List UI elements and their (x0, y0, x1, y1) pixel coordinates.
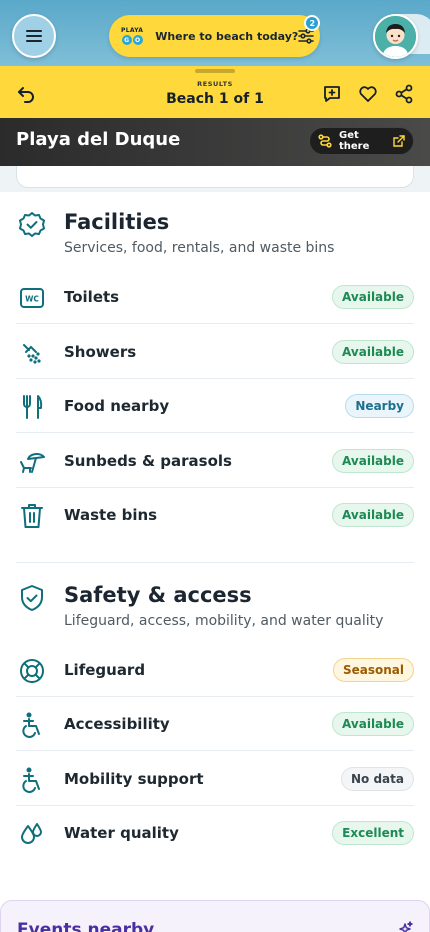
row-label: Accessibility (64, 715, 170, 733)
safety-row-accessibility: Accessibility Available (16, 697, 414, 751)
share-icon (395, 84, 413, 104)
search-pill[interactable]: PLAYA G O Where to beach today? 2 (109, 15, 321, 57)
status-badge: Available (332, 285, 414, 309)
status-badge: Available (332, 503, 414, 527)
top-hero: PLAYA G O Where to beach today? 2 (0, 0, 430, 66)
beach-photo-strip: Playa del Duque Get there (0, 118, 430, 166)
search-label: Where to beach today? (155, 29, 299, 43)
status-badge: No data (341, 767, 414, 791)
row-label: Sunbeds & parasols (64, 452, 232, 470)
status-badge: Nearby (345, 394, 414, 418)
results-bar: RESULTS Beach 1 of 1 (0, 66, 430, 118)
events-nearby-card[interactable]: Events nearby (0, 900, 430, 932)
facility-row-sunbeds: Sunbeds & parasols Available (16, 434, 414, 488)
share-button[interactable] (392, 82, 416, 106)
info-card-edge (0, 166, 430, 192)
section-divider (16, 562, 414, 563)
row-label: Waste bins (64, 506, 158, 524)
hamburger-icon (26, 30, 42, 42)
heart-icon (359, 86, 377, 102)
add-comment-icon (324, 86, 340, 102)
logo-letter-o: O (132, 35, 143, 45)
get-there-label: Get there (339, 130, 370, 152)
badge-check-icon (19, 212, 45, 237)
svg-text:WC: WC (25, 295, 39, 304)
water-drop-icon (19, 821, 45, 847)
safety-subtitle: Lifeguard, access, mobility, and water q… (64, 613, 384, 629)
menu-button[interactable] (12, 14, 56, 58)
logo-text: PLAYA (121, 27, 144, 34)
status-badge: Available (332, 712, 414, 736)
row-label: Lifeguard (64, 661, 146, 679)
fork-knife-icon (19, 394, 45, 420)
accessibility-icon (19, 712, 45, 738)
beach-name: Playa del Duque (16, 129, 181, 150)
external-link-icon (393, 135, 405, 147)
status-badge: Excellent (332, 821, 414, 845)
status-badge: Available (332, 449, 414, 473)
facility-row-food: Food nearby Nearby (16, 379, 414, 433)
route-icon (318, 134, 332, 148)
facility-row-showers: Showers Available (16, 325, 414, 379)
row-label: Toilets (64, 288, 120, 306)
row-label: Mobility support (64, 770, 204, 788)
status-badge: Available (332, 340, 414, 364)
user-avatar-icon (375, 16, 416, 57)
status-badge: Seasonal (332, 658, 414, 682)
favorite-button[interactable] (356, 82, 380, 106)
lifebuoy-icon (19, 658, 45, 684)
parasol-icon (19, 449, 45, 475)
safety-row-lifeguard: Lifeguard Seasonal (16, 643, 414, 697)
shower-icon (19, 340, 45, 366)
safety-row-mobility: Mobility support No data (16, 752, 414, 806)
drag-handle[interactable] (195, 69, 235, 73)
app-logo: PLAYA G O (121, 27, 143, 45)
avatar[interactable] (373, 14, 418, 59)
trash-icon (19, 503, 45, 529)
events-title: Events nearby (17, 920, 155, 932)
facility-row-toilets: WC Toilets Available (16, 270, 414, 324)
accessibility-icon (19, 767, 45, 793)
row-label: Showers (64, 343, 137, 361)
safety-title: Safety & access (64, 583, 252, 607)
filter-count-badge: 2 (304, 15, 321, 31)
logo-letter-g: G (121, 35, 132, 45)
add-note-button[interactable] (320, 82, 344, 106)
facility-row-waste: Waste bins Available (16, 488, 414, 542)
filter-button[interactable]: 2 (298, 15, 321, 47)
get-there-button[interactable]: Get there (309, 127, 414, 155)
facilities-subtitle: Services, food, rentals, and waste bins (64, 240, 335, 256)
shield-check-icon (21, 585, 43, 611)
facilities-title: Facilities (64, 210, 170, 234)
safety-row-water-quality: Water quality Excellent (16, 806, 414, 860)
toilet-icon: WC (19, 285, 45, 311)
row-label: Water quality (64, 824, 179, 842)
sparkle-icon (399, 921, 413, 932)
row-label: Food nearby (64, 397, 170, 415)
